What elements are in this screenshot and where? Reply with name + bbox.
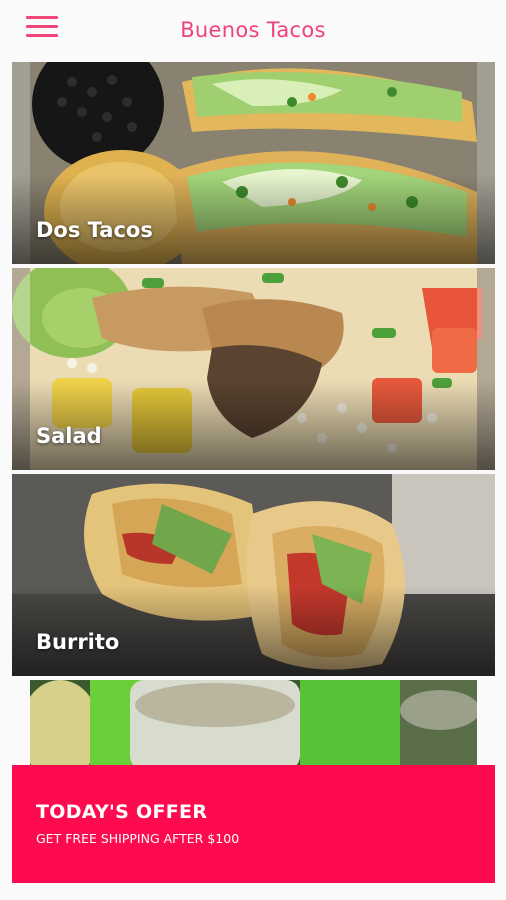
offer-subtitle: GET FREE SHIPPING AFTER $100 bbox=[36, 831, 240, 846]
app-header: Buenos Tacos bbox=[0, 0, 506, 62]
menu-item-label: Salad bbox=[36, 424, 102, 448]
todays-offer-banner[interactable]: TODAY'S OFFER GET FREE SHIPPING AFTER $1… bbox=[12, 765, 495, 883]
offer-title: TODAY'S OFFER bbox=[36, 801, 208, 823]
menu-item-label: Burrito bbox=[36, 630, 120, 654]
app-title: Buenos Tacos bbox=[180, 18, 326, 42]
app-screen: Buenos Tacos Dos Tacos Salad Burrito TOD… bbox=[0, 0, 506, 900]
menu-list: Dos Tacos Salad Burrito bbox=[12, 62, 495, 680]
menu-item-drinks-partial[interactable] bbox=[30, 680, 477, 770]
drinks-image bbox=[30, 680, 477, 770]
menu-item-burrito[interactable]: Burrito bbox=[12, 474, 495, 676]
menu-item-dos-tacos[interactable]: Dos Tacos bbox=[12, 62, 495, 264]
menu-item-salad[interactable]: Salad bbox=[12, 268, 495, 470]
menu-item-label: Dos Tacos bbox=[36, 218, 153, 242]
